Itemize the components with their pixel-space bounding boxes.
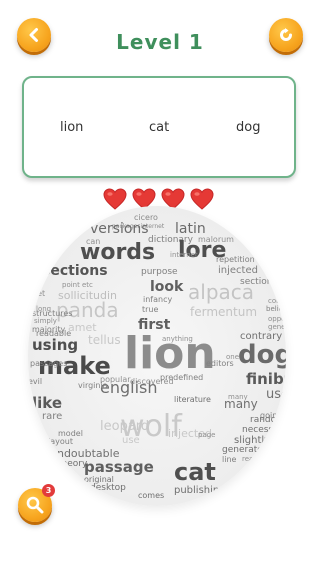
cloud-word[interactable]: use xyxy=(122,436,140,446)
cloud-word[interactable]: reader xyxy=(242,456,265,463)
word-cloud[interactable]: cicero packagesinternet versions latin d… xyxy=(28,206,286,506)
cloud-word[interactable]: injected xyxy=(218,266,258,276)
cloud-word[interactable]: one xyxy=(226,354,239,361)
restart-button[interactable] xyxy=(269,18,303,52)
cloud-word[interactable]: theory xyxy=(58,460,87,469)
cloud-word[interactable]: evil xyxy=(28,378,42,386)
cloud-word[interactable]: fermentum xyxy=(190,306,257,318)
cloud-word[interactable]: passages xyxy=(30,360,67,368)
cloud-word[interactable]: model xyxy=(58,430,83,438)
cloud-word[interactable]: content xyxy=(268,298,286,305)
cloud-word[interactable]: desktop xyxy=(90,484,126,493)
cloud-word[interactable]: virginia xyxy=(78,382,108,390)
cloud-word[interactable]: necessary xyxy=(242,426,286,435)
cloud-word[interactable]: long xyxy=(36,306,51,313)
cloud-word[interactable]: anything xyxy=(162,336,193,343)
cloud-word[interactable]: line xyxy=(222,456,236,464)
cloud-word[interactable]: repetition xyxy=(216,256,255,264)
restart-icon xyxy=(280,28,292,41)
cloud-word[interactable]: purpose xyxy=(141,268,178,277)
cloud-word[interactable]: get xyxy=(32,290,45,298)
heart-icon xyxy=(103,188,127,210)
cloud-word[interactable]: leopard xyxy=(100,420,149,433)
top-bar: Level 1 xyxy=(0,0,320,70)
cloud-word[interactable]: dog xyxy=(238,342,286,368)
cloud-word[interactable]: passage xyxy=(84,460,154,475)
cloud-word[interactable]: undoubtable xyxy=(50,448,119,459)
cloud-word[interactable]: many xyxy=(228,394,248,401)
target-word-lion: lion xyxy=(60,120,84,135)
cloud-word[interactable]: true xyxy=(142,306,158,314)
cloud-word[interactable]: cat xyxy=(174,460,216,484)
cloud-word[interactable]: editors xyxy=(206,360,234,368)
cloud-word[interactable]: page xyxy=(198,432,215,439)
heart-icon xyxy=(190,188,214,210)
cloud-word[interactable]: opposed xyxy=(268,316,286,323)
cloud-word[interactable]: slightly xyxy=(234,436,270,446)
cloud-word[interactable]: can xyxy=(86,238,100,246)
cloud-word[interactable]: etc xyxy=(82,282,93,289)
cloud-word[interactable]: generate xyxy=(222,446,263,455)
cloud-word[interactable]: amet xyxy=(68,322,97,333)
cloud-word[interactable]: infancy xyxy=(143,296,172,304)
cloud-word[interactable]: point xyxy=(62,282,80,289)
cloud-word[interactable]: simply xyxy=(34,318,57,325)
cloud-word[interactable]: belief xyxy=(266,306,285,313)
cloud-word[interactable]: publishing xyxy=(174,486,226,496)
cloud-word[interactable]: predefined xyxy=(160,374,203,382)
cloud-word[interactable]: look xyxy=(150,280,183,294)
cloud-word[interactable]: tellus xyxy=(88,334,121,346)
cloud-word[interactable]: using xyxy=(32,338,78,353)
cloud-word[interactable]: sections xyxy=(42,264,108,278)
cloud-word[interactable]: alpaca xyxy=(188,282,254,302)
cloud-word[interactable]: finibus xyxy=(246,372,286,387)
cloud-word[interactable]: latin xyxy=(175,222,206,236)
cloud-word[interactable]: versions xyxy=(90,222,149,236)
cloud-word[interactable]: rare xyxy=(42,412,62,422)
cloud-word[interactable]: majority xyxy=(32,326,65,334)
target-word-cat: cat xyxy=(149,120,170,135)
cloud-word[interactable]: literature xyxy=(174,396,211,404)
cloud-word[interactable]: comes xyxy=(138,492,164,500)
cloud-word[interactable]: original xyxy=(84,476,114,484)
target-word-dog: dog xyxy=(236,120,261,135)
cloud-word[interactable]: use xyxy=(266,388,286,401)
magnifier-icon xyxy=(26,496,44,514)
cloud-word[interactable]: going xyxy=(260,412,282,420)
cloud-word[interactable]: generated xyxy=(268,324,286,331)
cloud-word[interactable]: like xyxy=(32,396,62,411)
cloud-word[interactable]: layout xyxy=(48,438,73,446)
target-words-panel: lion cat dog xyxy=(22,76,296,178)
hint-count-badge: 3 xyxy=(42,484,55,497)
cloud-word[interactable]: internet xyxy=(170,252,198,259)
